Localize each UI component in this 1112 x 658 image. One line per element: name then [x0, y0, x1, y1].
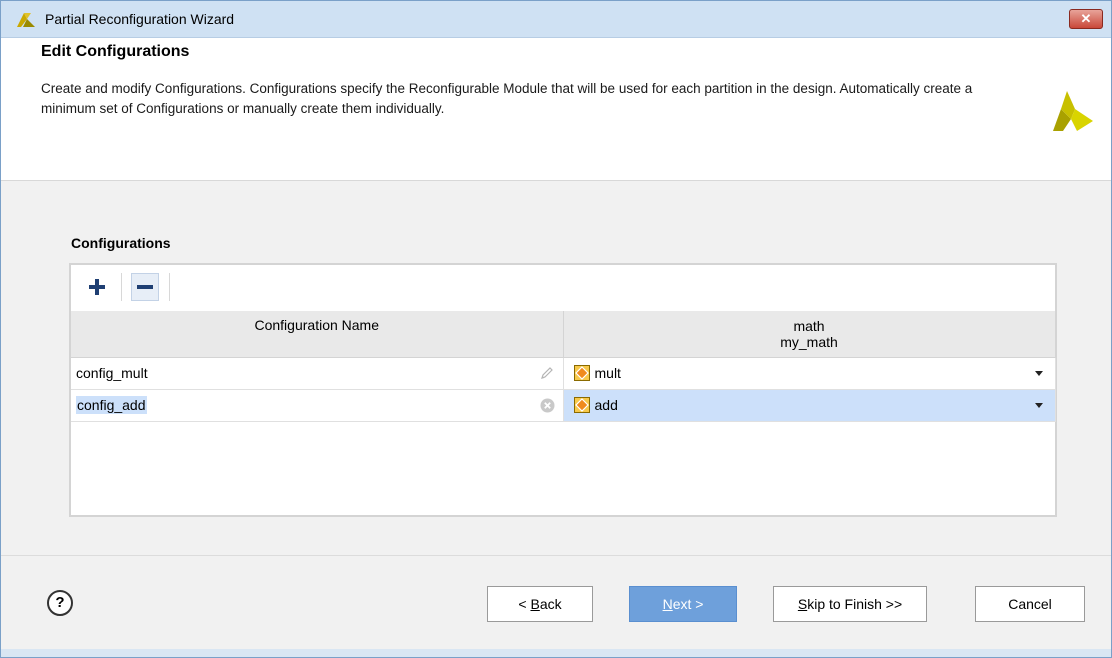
page-description: Create and modify Configurations. Config…: [41, 81, 973, 116]
column-header-configuration-name[interactable]: Configuration Name: [71, 311, 564, 358]
column-header-label: Configuration Name: [254, 317, 379, 333]
chevron-down-icon[interactable]: [1034, 403, 1043, 408]
module-select-cell[interactable]: mult: [563, 357, 1056, 390]
skip-to-finish-button[interactable]: Skip to Finish >>: [773, 586, 927, 622]
configurations-table: Configuration Name math my_math config_m…: [71, 311, 1056, 422]
toolbar-separator: [169, 273, 170, 301]
module-icon: [573, 365, 590, 381]
configuration-name-input[interactable]: config_add: [76, 396, 147, 414]
help-button[interactable]: ?: [47, 590, 73, 616]
close-icon: ✕: [1080, 11, 1092, 26]
plus-icon: [89, 279, 105, 295]
configurations-label: Configurations: [71, 235, 171, 251]
partition-name: math: [793, 318, 825, 334]
module-icon: [573, 397, 590, 413]
back-button-label: ack: [539, 596, 562, 612]
vivado-logo-icon: [17, 13, 35, 27]
module-name: mult: [594, 365, 621, 381]
table-row[interactable]: config_add add: [71, 389, 1056, 422]
minus-icon: [137, 285, 153, 289]
clear-icon[interactable]: [540, 398, 555, 413]
table-header-row: Configuration Name math my_math: [71, 311, 1056, 358]
module-select-cell[interactable]: add: [563, 389, 1056, 422]
window-title: Partial Reconfiguration Wizard: [45, 11, 235, 27]
table-row[interactable]: config_mult mult: [71, 357, 1056, 390]
column-header-partition[interactable]: math my_math: [563, 311, 1056, 358]
cancel-button[interactable]: Cancel: [975, 586, 1085, 622]
configuration-name-cell[interactable]: config_mult: [71, 357, 564, 390]
wizard-window: Partial Reconfiguration Wizard ✕ Edit Co…: [0, 0, 1112, 658]
skip-button-mnemonic: S: [797, 596, 808, 612]
next-button-mnemonic: N: [662, 596, 673, 612]
back-button-mnemonic: B: [530, 596, 540, 612]
configurations-toolbar: [71, 265, 1055, 311]
add-configuration-button[interactable]: [83, 273, 111, 301]
next-button[interactable]: Next >: [629, 586, 737, 622]
remove-configuration-button[interactable]: [131, 273, 159, 301]
toolbar-separator: [121, 273, 122, 301]
skip-button-label: kip to Finish >>: [807, 596, 903, 612]
title-bar: Partial Reconfiguration Wizard ✕: [1, 1, 1111, 38]
configuration-name: config_mult: [76, 365, 148, 381]
close-button[interactable]: ✕: [1069, 9, 1103, 29]
window-bottom-border: [1, 649, 1111, 657]
next-button-label: ext >: [672, 596, 704, 612]
configurations-panel: Configuration Name math my_math config_m…: [69, 263, 1057, 517]
page-title: Edit Configurations: [41, 43, 190, 60]
configuration-name: config_add: [76, 396, 147, 414]
back-button-prefix: <: [518, 596, 531, 612]
chevron-down-icon[interactable]: [1034, 371, 1043, 376]
pencil-icon[interactable]: [539, 365, 555, 381]
partition-cell-name: my_math: [780, 334, 838, 350]
module-name: add: [594, 397, 618, 413]
help-icon: ?: [55, 594, 65, 611]
configuration-name-cell[interactable]: config_add: [71, 389, 564, 422]
cancel-button-label: Cancel: [1008, 596, 1052, 612]
xilinx-logo-icon: [1053, 91, 1093, 131]
back-button[interactable]: < Back: [487, 586, 593, 622]
